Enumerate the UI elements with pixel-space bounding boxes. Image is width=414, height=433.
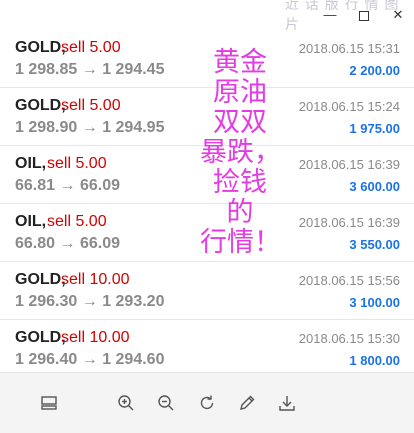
trade-profit: 2 200.00 — [349, 63, 400, 78]
open-price: 1 296.30 — [15, 293, 78, 310]
trade-side: sell 10.00 — [61, 271, 130, 288]
trade-profit: 1 975.00 — [349, 121, 400, 136]
maximize-button[interactable] — [352, 5, 376, 25]
overlay-line: 捡钱 — [213, 167, 267, 198]
trade-row[interactable]: GOLD, sell 10.00 1 296.40 → 1 294.60 201… — [0, 320, 414, 378]
trade-time: 2018.06.15 16:39 — [298, 157, 400, 172]
close-price: 1 293.20 — [102, 293, 165, 310]
trade-symbol: GOLD, — [15, 39, 66, 56]
minimize-button[interactable]: — — [318, 5, 342, 25]
title-bar: 近 话 版 行 情 图 片 — ✕ — [0, 0, 414, 32]
trade-prices: 1 296.40 → 1 294.60 — [15, 351, 164, 369]
arrow-icon: → — [81, 293, 98, 310]
download-icon[interactable] — [277, 393, 297, 413]
overlay-line: 原油 — [213, 77, 267, 108]
trade-side: sell 5.00 — [61, 97, 121, 114]
zoom-in-icon[interactable] — [116, 393, 136, 413]
trade-side: sell 5.00 — [47, 213, 107, 230]
trade-prices: 1 298.90 → 1 294.95 — [15, 119, 164, 137]
trade-row[interactable]: GOLD, sell 10.00 1 296.30 → 1 293.20 201… — [0, 262, 414, 320]
arrow-icon: → — [81, 119, 98, 136]
maximize-icon — [359, 10, 369, 21]
open-price: 66.80 — [15, 235, 56, 252]
arrow-icon: → — [59, 235, 76, 252]
trade-symbol: OIL, — [15, 155, 47, 172]
rotate-icon[interactable] — [197, 393, 217, 413]
close-price: 1 294.45 — [102, 61, 165, 78]
overlay-line: 行情！ — [200, 227, 281, 258]
trade-time: 2018.06.15 16:39 — [298, 215, 400, 230]
trade-profit: 3 100.00 — [349, 295, 400, 310]
trade-profit: 3 550.00 — [349, 237, 400, 252]
close-price: 66.09 — [79, 235, 120, 252]
close-price: 1 294.95 — [102, 119, 165, 136]
close-price: 66.09 — [79, 177, 120, 194]
arrow-icon: → — [59, 177, 76, 194]
trade-side: sell 5.00 — [61, 39, 121, 56]
close-price: 1 294.60 — [102, 351, 165, 368]
open-price: 66.81 — [15, 177, 56, 194]
trade-time: 2018.06.15 15:56 — [298, 273, 400, 288]
edit-icon[interactable] — [237, 393, 257, 413]
trade-profit: 3 600.00 — [349, 179, 400, 194]
overlay-caption: 黄金 原油 双双 暴跌， 捡钱 的 行情！ — [200, 47, 281, 258]
overlay-line: 黄金 — [213, 47, 267, 78]
arrow-icon: → — [81, 61, 98, 78]
trade-profit: 1 800.00 — [349, 353, 400, 368]
trade-time: 2018.06.15 15:30 — [298, 331, 400, 346]
open-price: 1 298.90 — [15, 119, 78, 136]
trade-side: sell 5.00 — [47, 155, 107, 172]
trade-time: 2018.06.15 15:24 — [298, 99, 400, 114]
zoom-out-icon[interactable] — [156, 393, 176, 413]
trade-prices: 1 296.30 → 1 293.20 — [15, 293, 164, 311]
open-price: 1 296.40 — [15, 351, 78, 368]
overlay-line: 的 — [226, 197, 254, 228]
trade-symbol: GOLD, — [15, 271, 66, 288]
trade-time: 2018.06.15 15:31 — [298, 41, 400, 56]
trade-symbol: OIL, — [15, 213, 47, 230]
trade-prices: 66.80 → 66.09 — [15, 235, 120, 253]
trade-prices: 66.81 → 66.09 — [15, 177, 120, 195]
overlay-line: 双双 — [213, 107, 267, 138]
trade-side: sell 10.00 — [61, 329, 130, 346]
overlay-line: 暴跌， — [200, 137, 281, 168]
trade-symbol: GOLD, — [15, 97, 66, 114]
trade-symbol: GOLD, — [15, 329, 66, 346]
close-button[interactable]: ✕ — [386, 5, 410, 25]
layout-icon[interactable] — [39, 393, 59, 413]
arrow-icon: → — [81, 351, 98, 368]
trade-prices: 1 298.85 → 1 294.45 — [15, 61, 164, 79]
bottom-toolbar — [0, 372, 414, 433]
open-price: 1 298.85 — [15, 61, 78, 78]
